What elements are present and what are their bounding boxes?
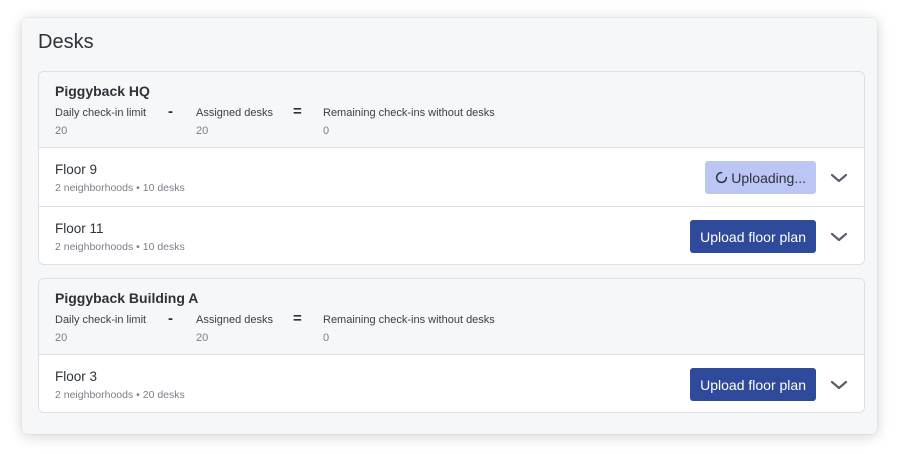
- floor-name: Floor 9: [55, 162, 98, 177]
- remaining-checkins-stat: Remaining check-ins without desks 0: [323, 107, 495, 137]
- floor-meta: 2 neighborhoods • 10 desks: [55, 182, 185, 194]
- daily-limit-stat: Daily check-in limit 20: [55, 314, 146, 344]
- building-name: Piggyback Building A: [55, 290, 199, 306]
- remaining-checkins-label: Remaining check-ins without desks: [323, 314, 495, 326]
- equals-operator: =: [293, 103, 302, 120]
- minus-operator: -: [168, 310, 173, 327]
- assigned-desks-label: Assigned desks: [196, 314, 274, 326]
- assigned-desks-stat: Assigned desks 20: [196, 314, 273, 344]
- page-title: Desks: [38, 31, 94, 53]
- floor-row-floor-9: Floor 9 2 neighborhoods • 10 desks Uploa…: [39, 148, 864, 207]
- building-header: Piggyback HQ Daily check-in limit 20 - A…: [39, 72, 864, 148]
- daily-limit-value: 20: [55, 332, 68, 344]
- floor-meta: 2 neighborhoods • 10 desks: [55, 241, 185, 253]
- daily-limit-stat: Daily check-in limit 20: [55, 107, 146, 137]
- daily-limit-value: 20: [55, 125, 68, 137]
- remaining-checkins-value: 0: [323, 332, 330, 344]
- daily-limit-label: Daily check-in limit: [55, 314, 147, 326]
- floor-name: Floor 11: [55, 221, 104, 236]
- remaining-checkins-value: 0: [323, 125, 330, 137]
- assigned-desks-value: 20: [196, 332, 209, 344]
- uploading-button[interactable]: Uploading...: [705, 161, 816, 194]
- floor-meta: 2 neighborhoods • 20 desks: [55, 389, 185, 401]
- chevron-down-icon[interactable]: [829, 227, 849, 247]
- building-name: Piggyback HQ: [55, 83, 150, 99]
- floor-row-floor-3: Floor 3 2 neighborhoods • 20 desks Uploa…: [39, 355, 864, 412]
- remaining-checkins-stat: Remaining check-ins without desks 0: [323, 314, 495, 344]
- building-card-piggyback-building-a: Piggyback Building A Daily check-in limi…: [38, 278, 865, 413]
- uploading-button-label: Uploading...: [731, 169, 806, 186]
- chevron-down-icon[interactable]: [829, 168, 849, 188]
- chevron-down-icon[interactable]: [829, 375, 849, 395]
- assigned-desks-value: 20: [196, 125, 209, 137]
- upload-floor-plan-button[interactable]: Upload floor plan: [690, 368, 816, 401]
- floor-name: Floor 3: [55, 369, 98, 384]
- equals-operator: =: [293, 310, 302, 327]
- desks-panel: Desks Piggyback HQ Daily check-in limit …: [22, 18, 877, 434]
- building-card-piggyback-hq: Piggyback HQ Daily check-in limit 20 - A…: [38, 71, 865, 265]
- assigned-desks-label: Assigned desks: [196, 107, 274, 119]
- upload-floor-plan-button[interactable]: Upload floor plan: [690, 220, 816, 253]
- daily-limit-label: Daily check-in limit: [55, 107, 147, 119]
- assigned-desks-stat: Assigned desks 20: [196, 107, 273, 137]
- spinner-icon: [716, 171, 728, 184]
- minus-operator: -: [168, 103, 173, 120]
- remaining-checkins-label: Remaining check-ins without desks: [323, 107, 495, 119]
- floor-row-floor-11: Floor 11 2 neighborhoods • 10 desks Uplo…: [39, 207, 864, 264]
- building-header: Piggyback Building A Daily check-in limi…: [39, 279, 864, 355]
